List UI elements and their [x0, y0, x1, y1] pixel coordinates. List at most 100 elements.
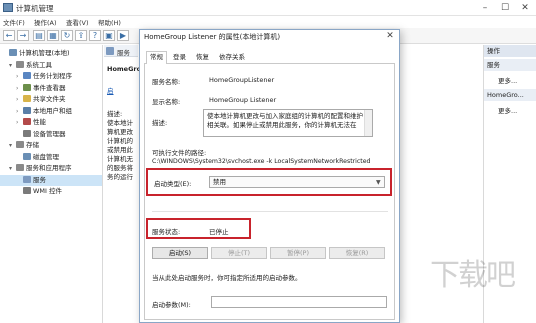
actions-section-services[interactable]: 服务 [484, 59, 536, 71]
service-properties-dialog: HomeGroup Listener 的属性(本地计算机) ✕ 常规 登录 恢复… [139, 29, 400, 323]
tree-item[interactable]: ▾ 服务和应用程序 [0, 163, 72, 174]
tree-item-label: 性能 [33, 118, 46, 126]
show-tree-icon[interactable]: ▦ [47, 30, 59, 41]
up-folder-icon[interactable]: ▤ [33, 30, 45, 41]
service-description-preview: 描述: 使本地计 算机更改 计算机的 或禁用此 计算机无 的服务将 务的运行 [107, 110, 133, 182]
general-tab-page: 服务名称: HomeGroupListener 显示名称: HomeGroup … [144, 64, 395, 320]
tools-icon [16, 60, 24, 68]
tree-item[interactable]: WMI 控件 [0, 186, 62, 197]
menu-action[interactable]: 操作(A) [34, 17, 57, 27]
tab-general[interactable]: 常规 [146, 51, 167, 65]
menu-view[interactable]: 查看(V) [66, 17, 89, 27]
tree-item[interactable]: › 共享文件夹 [0, 94, 66, 105]
expand-chevron-icon[interactable]: › [16, 94, 23, 105]
start-params-label: 启动参数(M): [152, 301, 191, 309]
disk-icon [23, 152, 31, 160]
expand-chevron-icon[interactable]: ▾ [9, 60, 16, 71]
menu-file[interactable]: 文件(F) [3, 17, 25, 27]
maximize-icon[interactable]: ☐ [498, 2, 512, 14]
computer-management-app-icon [3, 3, 13, 12]
display-name-label: 显示名称: [152, 98, 181, 106]
clock-icon [23, 72, 31, 79]
description-line: 算机更改 [107, 128, 133, 136]
tab-logon[interactable]: 登录 [170, 52, 189, 64]
back-arrow-icon[interactable]: ← [3, 30, 15, 41]
menu-help[interactable]: 帮助(H) [98, 17, 121, 27]
expand-chevron-icon[interactable]: ▾ [9, 163, 16, 174]
dialog-tabs: 常规 登录 恢复 依存关系 [144, 50, 395, 65]
actions-section-homegroup[interactable]: HomeGro... [484, 89, 536, 101]
executable-path-value: C:\WINDOWS\System32\svchost.exe -k Local… [152, 158, 371, 165]
minimize-icon[interactable]: – [478, 2, 492, 14]
tree-item-label: 计算机管理(本地) [19, 49, 70, 57]
start-params-hint: 当从此处启动服务时，你可指定所适用的启动参数。 [152, 274, 302, 282]
display-name-value: HomeGroup Listener [209, 96, 277, 104]
tab-dependencies[interactable]: 依存关系 [216, 52, 248, 64]
description-textbox[interactable]: 使本地计算机更改与加入家庭组的计算机的配置和维护相关联。如果停止或禁用此服务，你… [203, 109, 373, 137]
expand-chevron-icon[interactable]: › [16, 106, 23, 117]
startup-type-highlight [146, 168, 392, 196]
pause-button[interactable]: 暂停(P) [270, 247, 326, 259]
description-line: 使本地计 [107, 119, 133, 127]
tree-item[interactable]: › 事件查看器 [0, 83, 66, 94]
resume-button[interactable]: 恢复(R) [329, 247, 385, 259]
gear-icon [23, 175, 31, 183]
start-button[interactable]: 启动(S) [152, 247, 208, 259]
navigation-tree: 计算机管理(本地) ▾ 系统工具 › 任务计划程序 › 事件查看器 › 共享文件夹 › 本地用户和组… [0, 45, 103, 323]
selected-service-name: HomeGro [107, 65, 142, 73]
forward-arrow-icon[interactable]: → [17, 30, 29, 41]
tree-item-label: 系统工具 [26, 60, 52, 69]
close-icon[interactable]: ✕ [518, 2, 532, 14]
users-icon [23, 106, 31, 114]
dialog-close-icon[interactable]: ✕ [382, 30, 398, 43]
separator [152, 211, 388, 212]
play-icon[interactable]: ▶ [117, 30, 129, 41]
tab-recovery[interactable]: 恢复 [193, 52, 212, 64]
description-scrollbar[interactable] [364, 110, 372, 136]
stop-button[interactable]: 停止(T) [211, 247, 267, 259]
expand-chevron-icon[interactable]: › [16, 71, 23, 82]
start-params-input[interactable] [211, 296, 387, 308]
help-icon[interactable]: ? [89, 30, 101, 41]
wmi-icon [23, 187, 31, 194]
service-status-highlight [146, 218, 251, 239]
menu-bar: 文件(F) 操作(A) 查看(V) 帮助(H) [0, 16, 536, 28]
service-name-value: HomeGroupListener [209, 76, 275, 84]
tree-item-label: 任务计划程序 [33, 72, 72, 80]
description-line: 的服务将 [107, 164, 133, 172]
folder-icon [23, 95, 31, 102]
description-line: 描述: [107, 110, 123, 118]
expand-chevron-icon[interactable]: ▾ [9, 140, 16, 151]
properties-icon[interactable]: ▣ [103, 30, 115, 41]
service-name-label: 服务名称: [152, 78, 181, 86]
tree-item-label: 存储 [26, 141, 39, 149]
tree-item[interactable]: 服务 [0, 174, 102, 186]
actions-more-2[interactable]: 更多... [498, 105, 517, 115]
start-service-link[interactable]: 启 [107, 85, 114, 95]
description-line: 计算机的 [107, 137, 133, 145]
tree-item[interactable]: › 任务计划程序 [0, 71, 72, 82]
tree-item[interactable]: › 性能 [0, 117, 46, 128]
tree-item[interactable]: ▾ 系统工具 [0, 60, 52, 71]
tree-item[interactable]: 设备管理器 [0, 129, 66, 140]
services-gear-icon [106, 47, 114, 55]
tree-item[interactable]: › 本地用户和组 [0, 106, 72, 117]
description-line: 计算机无 [107, 155, 133, 163]
actions-more-1[interactable]: 更多... [498, 75, 517, 85]
services-pane-header: 服务 [104, 45, 138, 57]
description-line: 或禁用此 [107, 146, 133, 154]
main-window-title: 计算机管理 [16, 4, 54, 13]
device-icon [23, 129, 31, 137]
actions-header: 操作 [484, 45, 536, 57]
tree-item[interactable]: ▾ 存储 [0, 140, 39, 151]
tree-item[interactable]: 计算机管理(本地) [0, 48, 70, 59]
export-list-icon[interactable]: ⇪ [75, 30, 87, 41]
services-apps-icon [16, 164, 24, 171]
expand-chevron-icon[interactable]: › [16, 117, 23, 128]
refresh-icon[interactable]: ↻ [61, 30, 73, 41]
tree-item-label: 磁盘管理 [33, 152, 59, 161]
watermark: 下载吧 [430, 258, 516, 293]
tree-item[interactable]: 磁盘管理 [0, 152, 59, 163]
expand-chevron-icon[interactable]: › [16, 83, 23, 94]
services-pane-title: 服务 [117, 49, 130, 57]
